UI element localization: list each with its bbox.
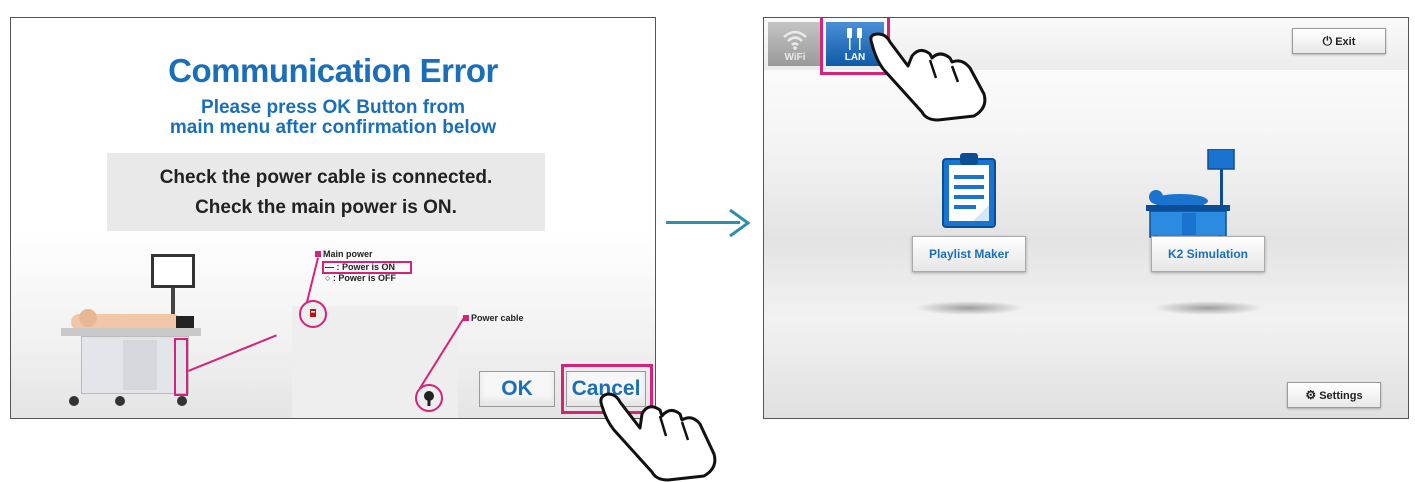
power-location-highlight xyxy=(174,338,188,396)
arrow-head-icon xyxy=(729,208,751,238)
wifi-tab[interactable]: WiFi xyxy=(768,22,822,66)
error-subtitle-line-1: Please press OK Button from xyxy=(201,97,465,118)
communication-error-screen: Communication Error Please press OK Butt… xyxy=(10,17,656,419)
cart-wheel xyxy=(69,396,79,406)
main-power-switch-highlight xyxy=(299,300,327,328)
error-subtitle-line-2: main menu after confirmation below xyxy=(169,117,497,138)
power-icon: ⏻ xyxy=(1322,34,1333,48)
simulator-cart-icon xyxy=(1146,149,1235,243)
monitor-image xyxy=(151,254,195,288)
settings-button-label: Settings xyxy=(1319,390,1363,402)
settings-button[interactable]: ⚙ Settings xyxy=(1287,382,1381,408)
button-shadow xyxy=(1153,301,1263,315)
exit-button-label: Exit xyxy=(1335,36,1356,48)
exit-button[interactable]: ⏻ Exit xyxy=(1292,28,1386,54)
check-main-power-text: Check the main power is ON. xyxy=(195,197,457,218)
ok-button[interactable]: OK xyxy=(479,371,555,407)
power-cable-label: Power cable xyxy=(463,313,524,323)
main-power-label: Main power xyxy=(315,249,373,259)
pink-marker-icon xyxy=(315,251,321,257)
main-menu-screen: WiFi LAN ⏻ Exit Playlist Maker K2 Simula… xyxy=(763,17,1409,419)
pointing-hand-icon xyxy=(599,392,717,482)
wifi-icon xyxy=(783,30,807,50)
power-off-label: ○ : Power is OFF xyxy=(325,273,396,283)
power-on-label: — : Power is ON xyxy=(325,262,396,272)
wifi-tab-label: WiFi xyxy=(784,52,806,63)
mannequin-head xyxy=(79,309,97,327)
gear-icon: ⚙ xyxy=(1305,388,1317,402)
cart-wheel xyxy=(115,396,125,406)
control-device xyxy=(176,316,194,328)
cart-top xyxy=(61,328,201,336)
power-plug-icon xyxy=(424,391,434,406)
error-title: Communication Error xyxy=(168,52,498,89)
check-power-cable-text: Check the power cable is connected. xyxy=(159,167,493,188)
power-switch-icon xyxy=(310,309,316,317)
k2-simulation-button[interactable]: K2 Simulation xyxy=(1151,236,1265,272)
cart-wheel xyxy=(177,396,187,406)
pointing-hand-icon xyxy=(869,32,987,122)
playlist-maker-button[interactable]: Playlist Maker xyxy=(912,236,1026,272)
clipboard-icon xyxy=(942,153,996,228)
checklist-box: Check the power cable is connected. Chec… xyxy=(107,153,545,231)
button-shadow xyxy=(914,301,1024,315)
cart-panel xyxy=(123,340,157,390)
